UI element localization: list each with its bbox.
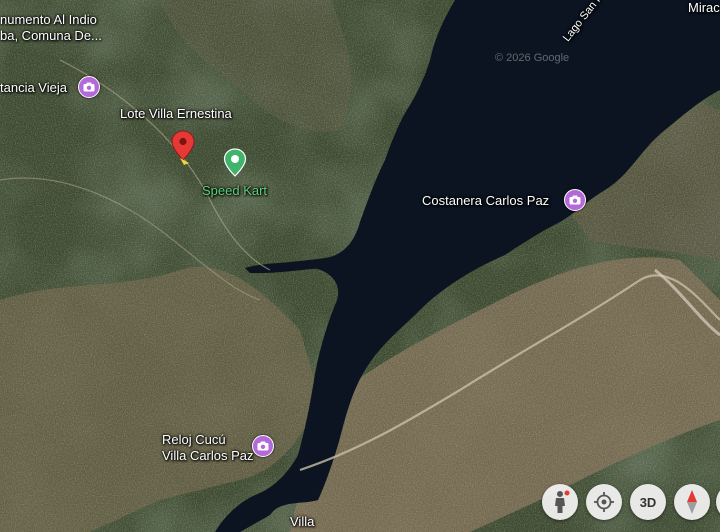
poi-estancia-vieja-marker[interactable] xyxy=(78,76,100,98)
satellite-map[interactable]: © 2026 Google numento Al Indio ba, Comun… xyxy=(0,0,720,532)
my-location-button[interactable] xyxy=(586,484,622,520)
poi-reloj-cucu-marker[interactable] xyxy=(252,435,274,457)
compass-button[interactable] xyxy=(674,484,710,520)
compass-icon xyxy=(687,490,697,514)
red-location-pin-icon[interactable] xyxy=(170,130,196,166)
three-d-toggle-button[interactable]: 3D xyxy=(630,484,666,520)
pegman-icon xyxy=(555,490,570,513)
label-lote-villa-ernestina[interactable]: Lote Villa Ernestina xyxy=(120,106,232,121)
label-estancia-vieja[interactable]: tancia Vieja xyxy=(0,80,67,95)
three-d-label: 3D xyxy=(639,494,657,510)
map-attribution: © 2026 Google xyxy=(495,52,570,64)
label-villa: Villa xyxy=(290,514,315,529)
label-reloj-cucu[interactable]: Reloj Cucú xyxy=(162,432,226,447)
my-location-icon xyxy=(594,492,614,512)
speed-kart-marker-icon[interactable] xyxy=(223,148,247,178)
label-speed-kart[interactable]: Speed Kart xyxy=(202,183,267,198)
street-view-button[interactable] xyxy=(542,484,578,520)
camera-icon xyxy=(257,441,269,451)
camera-icon xyxy=(83,82,95,92)
label-costanera-carlos-paz[interactable]: Costanera Carlos Paz xyxy=(422,193,549,208)
poi-costanera-marker[interactable] xyxy=(564,189,586,211)
label-mirador: Mirac xyxy=(688,0,720,15)
satellite-imagery xyxy=(0,0,720,532)
camera-icon xyxy=(569,195,581,205)
label-monumento-line2: ba, Comuna De... xyxy=(0,28,102,43)
label-villa-carlos-paz-poi[interactable]: Villa Carlos Paz xyxy=(162,448,254,463)
label-monumento-line1: numento Al Indio xyxy=(0,12,97,27)
